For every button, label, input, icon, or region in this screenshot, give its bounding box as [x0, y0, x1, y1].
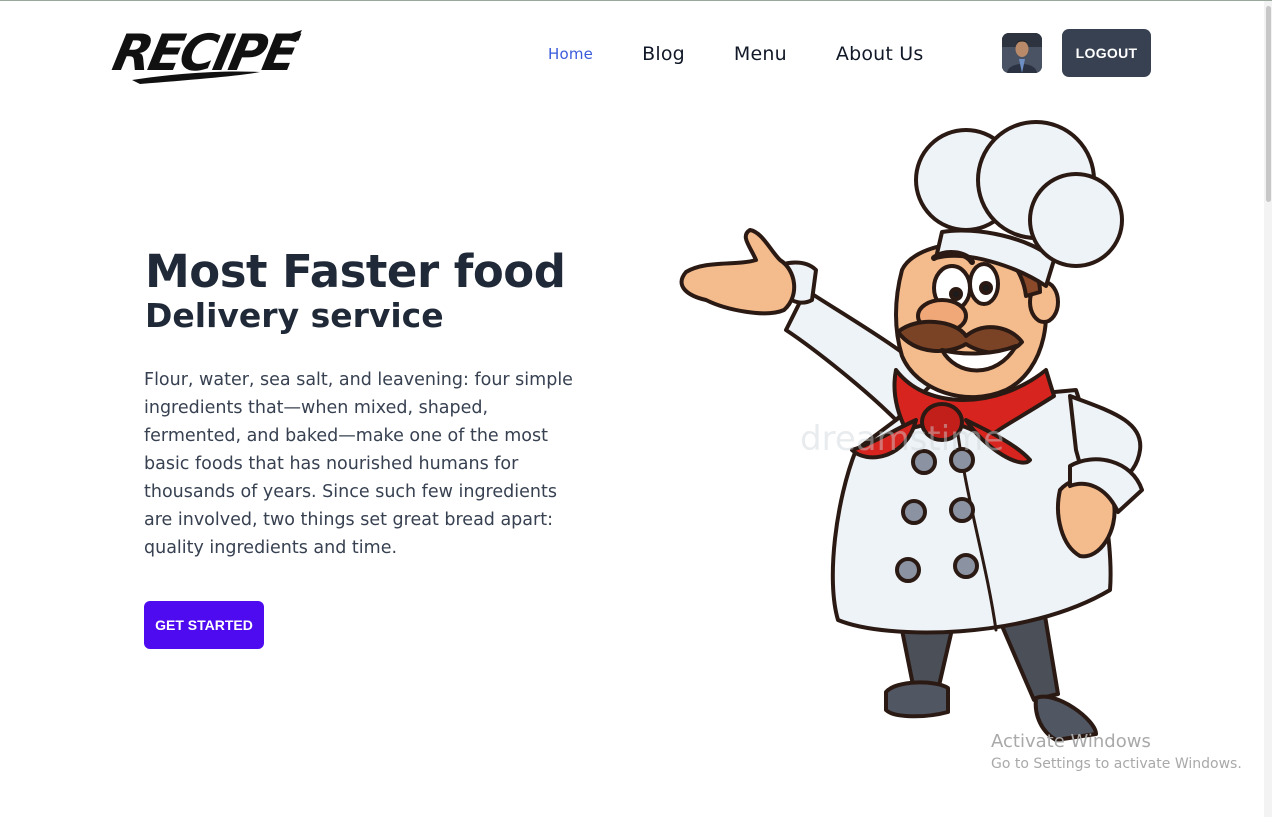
nav-blog[interactable]: Blog [642, 40, 685, 68]
illustration-watermark: dreamstime [800, 419, 1004, 459]
page-scrollbar[interactable] [1264, 1, 1272, 817]
nav-home[interactable]: Home [548, 40, 593, 68]
nav-menu[interactable]: Menu [734, 40, 787, 68]
activate-windows-watermark: Activate Windows Go to Settings to activ… [991, 730, 1242, 774]
get-started-button[interactable]: GET STARTED [144, 601, 264, 649]
recipe-logo[interactable]: RECIPE [108, 16, 306, 88]
user-avatar[interactable] [1002, 33, 1042, 73]
watermark-title: Activate Windows [991, 731, 1151, 752]
hero-subtitle: Delivery service [145, 296, 444, 335]
hero-title: Most Faster food [145, 245, 566, 298]
window-top-border [0, 0, 1272, 1]
scrollbar-thumb[interactable] [1266, 6, 1271, 202]
nav-about-us[interactable]: About Us [836, 40, 924, 68]
hero-description: Flour, water, sea salt, and leavening: f… [144, 370, 573, 558]
watermark-subtitle: Go to Settings to activate Windows. [991, 756, 1242, 772]
chef-illustration: dreamstime [666, 120, 1156, 750]
main-nav: Home Blog Menu About Us [548, 40, 924, 68]
logout-button[interactable]: LOGOUT [1062, 29, 1151, 77]
